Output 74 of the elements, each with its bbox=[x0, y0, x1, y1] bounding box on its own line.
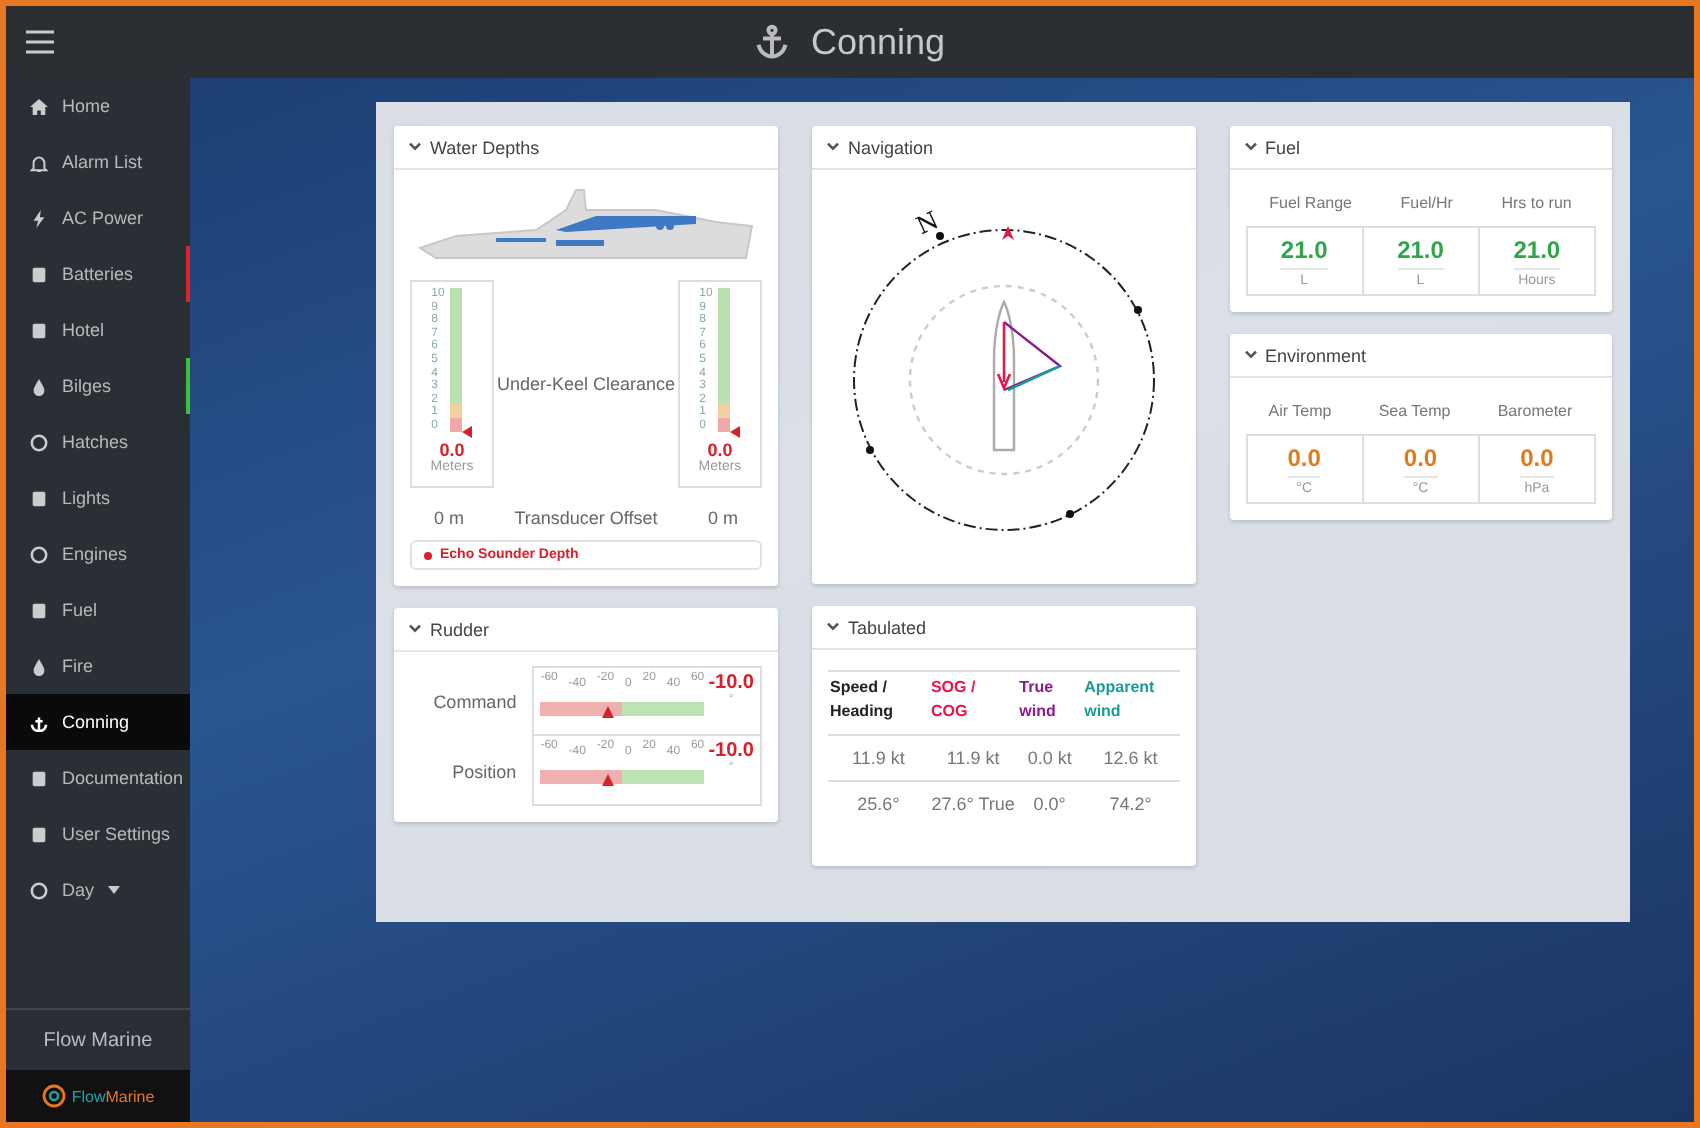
sidebar-item[interactable]: User Settings bbox=[6, 806, 190, 862]
sidebar-item[interactable]: Alarm List bbox=[6, 134, 190, 190]
depth-value: 0.0 bbox=[439, 440, 465, 460]
offset-value: 0 m bbox=[434, 508, 465, 528]
north-label: N bbox=[911, 210, 943, 241]
chevron-icon[interactable] bbox=[408, 624, 422, 634]
card-title: Water Depths bbox=[430, 137, 540, 157]
metric-value: 21.0 bbox=[1280, 236, 1328, 270]
sidebar-item[interactable]: Batteries bbox=[6, 246, 190, 302]
metric-label: Fuel Range bbox=[1269, 194, 1352, 212]
metric-value: 0.0 bbox=[1520, 444, 1554, 478]
bell-icon bbox=[30, 153, 48, 171]
anchor-icon bbox=[754, 24, 791, 60]
sidebar-item[interactable]: Engines bbox=[6, 526, 190, 582]
rudder-label: Command bbox=[431, 691, 517, 711]
table-cell: 74.2° bbox=[1082, 781, 1179, 826]
card-title: Tabulated bbox=[848, 617, 927, 637]
metric-label: Air Temp bbox=[1268, 402, 1332, 420]
rudder-value: -10.0 bbox=[708, 740, 754, 762]
logo-icon bbox=[41, 1084, 66, 1108]
chevron-icon[interactable] bbox=[826, 142, 840, 152]
chevron-icon[interactable] bbox=[826, 622, 840, 632]
chevron-icon[interactable] bbox=[1243, 142, 1257, 152]
sidebar-item[interactable]: Hotel bbox=[6, 302, 190, 358]
sidebar-item[interactable]: Day bbox=[6, 862, 190, 918]
card-title: Navigation bbox=[848, 137, 934, 157]
metric-label: Fuel/Hr bbox=[1400, 194, 1453, 212]
table-cell: 27.6° True bbox=[928, 781, 1018, 826]
metric-value: 0.0 bbox=[1403, 444, 1438, 478]
sidebar-item[interactable]: Home bbox=[6, 78, 190, 134]
metric-label: Barometer bbox=[1497, 402, 1573, 420]
chevron-icon[interactable] bbox=[408, 142, 422, 152]
sidebar-item[interactable]: AC Power bbox=[6, 190, 190, 246]
offset-label: Transducer Offset bbox=[514, 508, 658, 528]
sidebar-item[interactable]: Fuel bbox=[6, 582, 190, 638]
metric-label: Sea Temp bbox=[1378, 402, 1451, 420]
table-cell: 0.0° bbox=[1017, 781, 1083, 826]
card-title: Fuel bbox=[1265, 137, 1301, 157]
anchor-icon bbox=[30, 713, 48, 731]
metric-value: 21.0 bbox=[1397, 236, 1444, 270]
rudder-label: Position bbox=[450, 761, 517, 781]
metric-value: 0.0 bbox=[1287, 444, 1321, 478]
bolt-icon bbox=[30, 209, 48, 227]
metric-value: 21.0 bbox=[1513, 236, 1561, 270]
rudder-value: -10.0 bbox=[708, 672, 754, 694]
menu-icon[interactable] bbox=[26, 30, 54, 54]
depth-scale-bar bbox=[450, 288, 463, 432]
table-cell: 0.0 kt bbox=[1017, 735, 1083, 781]
chevron-icon[interactable] bbox=[1243, 350, 1257, 360]
window-title: Conning bbox=[810, 21, 946, 63]
sidebar-item[interactable]: Fire bbox=[6, 638, 190, 694]
column-header: True wind bbox=[1017, 671, 1083, 735]
table-cell: 12.6 kt bbox=[1082, 735, 1179, 781]
sidebar-item[interactable]: Bilges bbox=[6, 358, 190, 414]
depth-scale-bar bbox=[718, 288, 731, 432]
logo-text: FlowMarine bbox=[71, 1087, 155, 1105]
drop-icon bbox=[30, 377, 48, 395]
sidebar-item[interactable]: Documentation bbox=[6, 750, 190, 806]
sidebar-item[interactable]: Lights bbox=[6, 470, 190, 526]
depth-value: 0.0 bbox=[707, 440, 733, 460]
home-icon bbox=[30, 97, 48, 115]
card-title: Rudder bbox=[430, 619, 490, 639]
column-header: Apparent wind bbox=[1082, 671, 1179, 735]
table-cell: 11.9 kt bbox=[828, 735, 929, 781]
column-header: Speed / Heading bbox=[828, 671, 929, 735]
column-header: SOG / COG bbox=[928, 671, 1018, 735]
card-title: Environment bbox=[1265, 345, 1367, 365]
offset-value: 0 m bbox=[707, 508, 738, 528]
sidebar-item[interactable]: Hatches bbox=[6, 414, 190, 470]
table-cell: 25.6° bbox=[828, 781, 929, 826]
clearance-label: Under-Keel Clearance bbox=[496, 374, 676, 394]
table-cell: 11.9 kt bbox=[928, 735, 1018, 781]
sidebar-item[interactable]: Conning bbox=[6, 694, 190, 750]
metric-label: Hrs to run bbox=[1501, 194, 1572, 212]
